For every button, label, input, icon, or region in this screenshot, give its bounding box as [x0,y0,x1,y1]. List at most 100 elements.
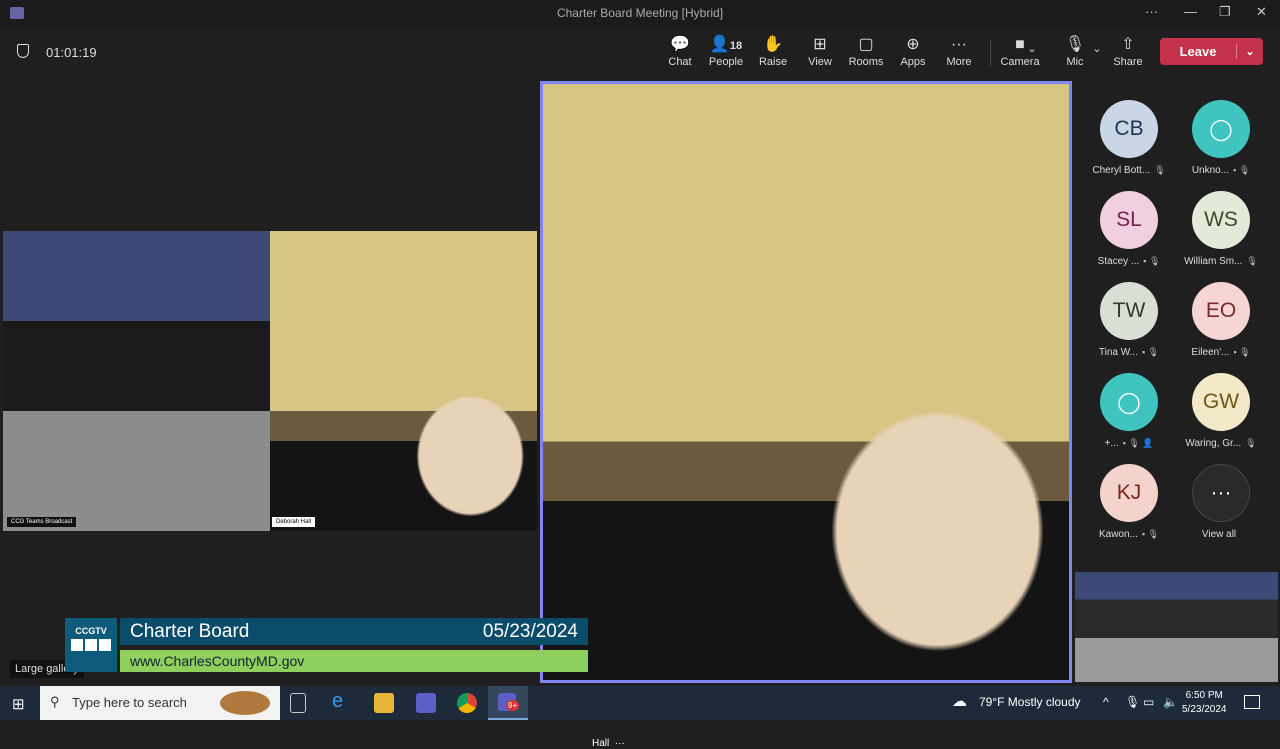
shield-icon [17,44,29,58]
microphone-tray-icon[interactable]: 🎙 [1125,695,1140,709]
volume-icon[interactable]: 🔈 [1163,695,1178,709]
participant-name-tag: Deborah Hall [272,517,316,527]
mic-muted-icon: ▪ 🎙 [1233,165,1251,175]
participant-name-text: Cheryl Bott... [1092,165,1151,176]
task-view-icon[interactable] [290,693,306,713]
teams-meeting-taskbar-item[interactable]: 9+ [488,686,528,720]
raise-hand-button[interactable]: ✋ Raise [750,34,796,68]
mic-muted-icon: ▪ 🎙 [1141,347,1160,357]
participant-tile[interactable]: SL Stacey ... ▪ 🎙 [1083,191,1175,267]
participant-name-text: Waring, Gr... [1185,438,1242,449]
avatar: ··· [1192,464,1250,522]
people-icon: 👤18 [703,34,749,56]
minimize-button[interactable]: — [1184,4,1197,19]
apps-button[interactable]: ⊕ Apps [890,34,936,68]
share-label: Share [1113,56,1143,68]
leave-label: Leave [1160,44,1237,59]
camera-options-chevron-icon[interactable]: ⌄ [1022,42,1042,55]
rooms-button[interactable]: ▢ Rooms [843,34,889,68]
taskbar-search-box[interactable]: ⚲ Type here to search [40,686,280,720]
avatar: EO [1192,282,1250,340]
file-explorer-icon[interactable] [374,693,394,713]
rooms-icon: ▢ [858,36,874,53]
chat-button[interactable]: 💬 Chat [657,34,703,68]
banner-title-bar: Charter Board 05/23/2024 [120,618,588,645]
mic-label: Mic [1066,56,1084,68]
camera-label: Camera [1000,56,1040,68]
weather-icon[interactable]: ☁ [952,692,967,710]
participant-name-text: Unkno... [1191,165,1230,176]
maximize-button[interactable]: ❐ [1219,4,1231,20]
view-all-button[interactable]: ··· View all [1175,464,1267,540]
mic-muted-icon: ▪ 🎙 [1141,529,1160,539]
chat-label: Chat [668,56,692,68]
participant-tile[interactable]: WS William Sm... 🎙 [1175,191,1267,267]
participant-name: Stacey ... ▪ 🎙 [1083,256,1175,267]
network-icon[interactable]: ▭ [1143,695,1154,709]
windows-taskbar: ⊞ ⚲ Type here to search e 9+ ☁ 79°F Most… [0,686,1280,720]
taskbar-clock[interactable]: 6:50 PM 5/23/2024 [1182,689,1227,717]
participant-name: Tina W... ▪ 🎙 [1083,347,1175,358]
close-button[interactable]: ✕ [1256,4,1267,20]
avatar: CB [1100,100,1158,158]
banner-date: 05/23/2024 [482,621,578,642]
more-label: More [946,56,972,68]
video-tile-ccg-teams-broadcast[interactable]: CCG Teams Broadcast [3,231,270,531]
windows-start-icon[interactable]: ⊞ [12,695,25,713]
mic-muted-icon: ▪ 🎙 👤 [1122,438,1154,448]
participant-tile[interactable]: EO Eileen'... ▪ 🎙 [1175,282,1267,358]
weather-text[interactable]: 79°F Mostly cloudy [979,695,1081,709]
active-speaker-video[interactable] [540,81,1072,683]
leave-options-chevron-icon[interactable]: ⌄ [1237,45,1263,58]
mic-muted-icon: ▪ 🎙 [1233,347,1251,357]
avatar: KJ [1100,464,1158,522]
people-glyph: 👤 [709,36,730,53]
participant-tile[interactable]: ◯ +... ▪ 🎙 👤 [1083,373,1175,449]
participant-tile[interactable]: TW Tina W... ▪ 🎙 [1083,282,1175,358]
mic-muted-icon: 🎙 [1245,438,1257,448]
speaker-name-tag: Hall ··· [592,738,625,749]
mic-options-chevron-icon[interactable]: ⌄ [1087,42,1107,55]
show-hidden-icons-chevron-icon[interactable]: ^ [1103,695,1109,709]
teams-icon[interactable] [416,693,436,713]
share-button[interactable]: ⇧ Share [1105,34,1151,68]
participant-tile[interactable]: GW Waring, Gr... 🎙 [1175,373,1267,449]
search-icon: ⚲ [50,694,60,709]
video-tile-deborah-hall[interactable]: Deborah Hall [270,231,537,531]
self-view-thumbnail[interactable] [1075,572,1278,682]
participant-tile[interactable]: ◯ Unkno... ▪ 🎙 [1175,100,1267,176]
speaker-more-icon[interactable]: ··· [615,738,625,749]
chrome-icon[interactable] [457,693,477,713]
avatar: SL [1100,191,1158,249]
ccgtv-logo: CCGTV [65,618,117,672]
participant-name: Unkno... ▪ 🎙 [1175,165,1267,176]
clock-date: 5/23/2024 [1182,704,1227,715]
title-bar: Charter Board Meeting [Hybrid] ··· — ❐ ✕ [0,0,1280,26]
participant-tile[interactable]: KJ Kawon... ▪ 🎙 [1083,464,1175,540]
participant-name-text: Kawon... [1098,529,1138,540]
video-stage: CCG Teams Broadcast Deborah Hall Hall ··… [0,78,1075,749]
hand-icon: ✋ [763,36,783,53]
notifications-icon[interactable] [1244,695,1260,709]
participant-name-text: +... [1104,438,1119,449]
more-button[interactable]: ··· More [936,34,982,68]
people-button[interactable]: 👤18 People [703,34,749,68]
avatar: WS [1192,191,1250,249]
participant-tile[interactable]: CB Cheryl Bott... 🎙 [1083,100,1175,176]
participant-name: Eileen'... ▪ 🎙 [1175,347,1267,358]
edge-icon[interactable]: e [332,690,352,712]
participant-name-text: Eileen'... [1191,347,1230,358]
window-more-button[interactable]: ··· [1145,4,1158,19]
clock-time: 6:50 PM [1185,690,1223,701]
plus-icon: ⊕ [906,36,920,53]
view-button[interactable]: ⊞ View [797,34,843,68]
leave-button[interactable]: Leave ⌄ [1160,38,1263,65]
banner-url: www.CharlesCountyMD.gov [120,650,588,672]
share-icon: ⇧ [1121,36,1135,53]
raise-label: Raise [758,56,788,68]
participant-name: Waring, Gr... 🎙 [1175,438,1267,449]
mic-muted-icon: 🎙 [1154,165,1166,175]
search-placeholder: Type here to search [72,695,187,710]
people-count: 18 [729,40,743,52]
turtle-icon [220,691,270,715]
